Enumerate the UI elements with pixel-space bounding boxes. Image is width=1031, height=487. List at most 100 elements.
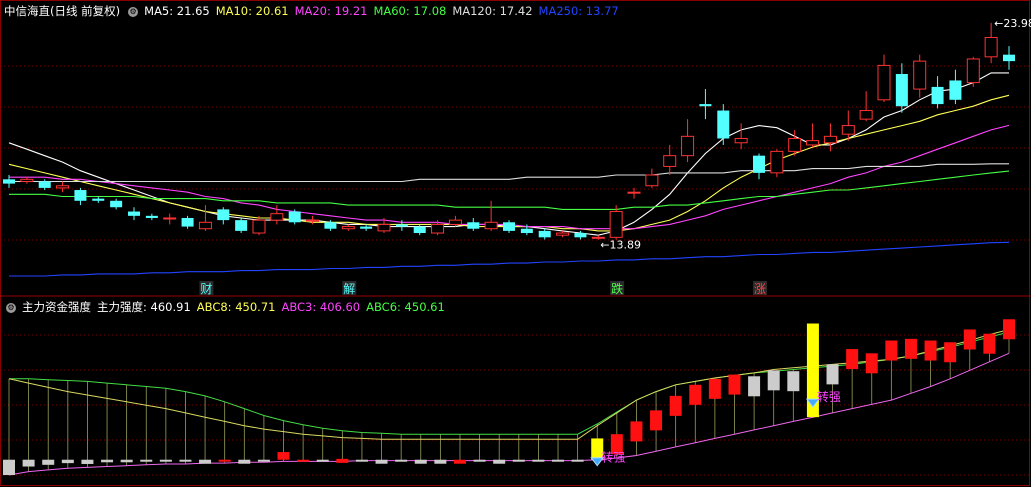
candle-body [377, 223, 391, 232]
strength-bar [179, 459, 192, 462]
indicator-header: ⚙ 主力资金强度 主力强度: 460.91 ABC8: 450.71 ABC3: 406… [4, 300, 457, 314]
event-marker-3: 涨 [754, 281, 766, 296]
strength-bar [944, 342, 957, 363]
candle-body [110, 200, 123, 208]
high-price-label: ←23.98 [994, 17, 1031, 30]
ma-line-ma5 [8, 72, 1009, 236]
indicator-legend: 主力强度: 460.91 ABC8: 450.71 ABC3: 406.60 ABC6… [97, 300, 451, 314]
strength-bar [904, 338, 917, 359]
price-chart-header: 中信海直(日线 前复权) ⚙ MA5: 21.65 MA10: 20.61 MA20: … [4, 4, 631, 18]
candle-body [966, 58, 980, 84]
candle-body [699, 104, 712, 107]
candle-body [20, 178, 34, 182]
indicator-title: 主力资金强度 [22, 300, 91, 314]
candle-body [663, 155, 677, 167]
strength-bar [140, 459, 153, 462]
strength-bar [767, 370, 780, 391]
strength-bar [846, 349, 859, 370]
candle-body [681, 135, 695, 157]
strength-bar [650, 410, 663, 431]
candle-body [574, 233, 587, 238]
event-marker-2: 跌 [611, 281, 623, 296]
strength-bar [748, 376, 761, 397]
strength-bar [787, 371, 800, 392]
ma-line-ma250 [9, 241, 1010, 277]
candle-body [288, 211, 301, 223]
ma-line-ma10 [8, 94, 1010, 232]
candle-body [823, 135, 837, 144]
strength-bar [571, 459, 584, 462]
strength-bar [414, 459, 427, 464]
strength-bar [375, 459, 388, 464]
strength-bar [630, 421, 643, 442]
candle-body [627, 191, 641, 194]
candle-body [74, 190, 87, 201]
candle-body [609, 211, 623, 238]
indicator-label-0: 主力强度: 460.91 [97, 300, 191, 314]
strength-bar [218, 459, 231, 462]
event-marker-1: 解 [343, 282, 355, 296]
candle-body [503, 222, 515, 231]
candle-body [252, 219, 266, 234]
strength-bar [728, 374, 741, 395]
candle-body [788, 137, 802, 152]
abc3-line [8, 352, 1010, 476]
ma-legend: MA5: 21.65 MA10: 20.61 MA20: 19.21 MA60: 17… [144, 4, 625, 18]
ma-line-ma60 [9, 170, 1010, 210]
candle-body [360, 226, 373, 229]
candle-body [92, 198, 105, 201]
candle-body [467, 222, 480, 229]
strength-bar [1003, 319, 1015, 340]
strength-bar [277, 452, 290, 460]
candle-body [324, 222, 337, 229]
candle-body [645, 174, 659, 187]
settings-icon[interactable]: ⚙ [128, 6, 139, 17]
candle-body [306, 219, 320, 222]
strength-bar [42, 459, 55, 465]
strength-bar [434, 459, 447, 464]
signal-label-1: 转强 [817, 389, 841, 404]
strength-bar [395, 459, 408, 462]
chart-canvas: ←23.98←13.89财解跌涨转强转强 [0, 0, 1031, 486]
candle-body [1003, 54, 1015, 62]
candle-body [841, 125, 855, 135]
strength-bar [493, 459, 506, 464]
candle-body [145, 215, 158, 218]
indicator-settings-icon[interactable]: ⚙ [6, 302, 16, 313]
candle-body [217, 209, 230, 221]
candle-body [413, 226, 426, 234]
candle-body [56, 185, 70, 189]
ma-label-4: MA120: 17.42 [452, 4, 533, 18]
signal-label-0: 转强 [601, 450, 625, 465]
strength-bar [885, 340, 898, 361]
ma-label-3: MA60: 17.08 [373, 4, 447, 18]
candle-body [235, 220, 248, 231]
candle-body [859, 110, 873, 120]
ma-label-2: MA20: 19.21 [294, 4, 368, 18]
chart-frame [0, 0, 1030, 486]
candle-body [877, 64, 891, 101]
candle-body [753, 155, 765, 173]
strength-bar [22, 459, 35, 467]
candle-body [520, 228, 533, 234]
event-marker-0: 财 [200, 282, 212, 296]
candle-body [949, 80, 962, 100]
strength-bar [532, 459, 545, 462]
candle-body [448, 219, 462, 225]
strength-bar [924, 340, 937, 361]
strength-bar [355, 459, 368, 462]
strength-bar [3, 459, 15, 476]
candle-body [38, 181, 51, 188]
candle-body [895, 74, 908, 107]
candle-body [734, 137, 748, 144]
strength-bar [689, 384, 702, 405]
strength-bar [159, 459, 172, 462]
candle-body [270, 213, 284, 221]
strength-bar [473, 459, 486, 462]
candle-body [931, 86, 944, 105]
strength-bar [708, 378, 721, 399]
ma-line-ma20 [9, 124, 1010, 230]
candle-body [913, 60, 927, 90]
indicator-label-3: ABC6: 450.61 [366, 300, 445, 314]
candle-body [770, 150, 784, 174]
